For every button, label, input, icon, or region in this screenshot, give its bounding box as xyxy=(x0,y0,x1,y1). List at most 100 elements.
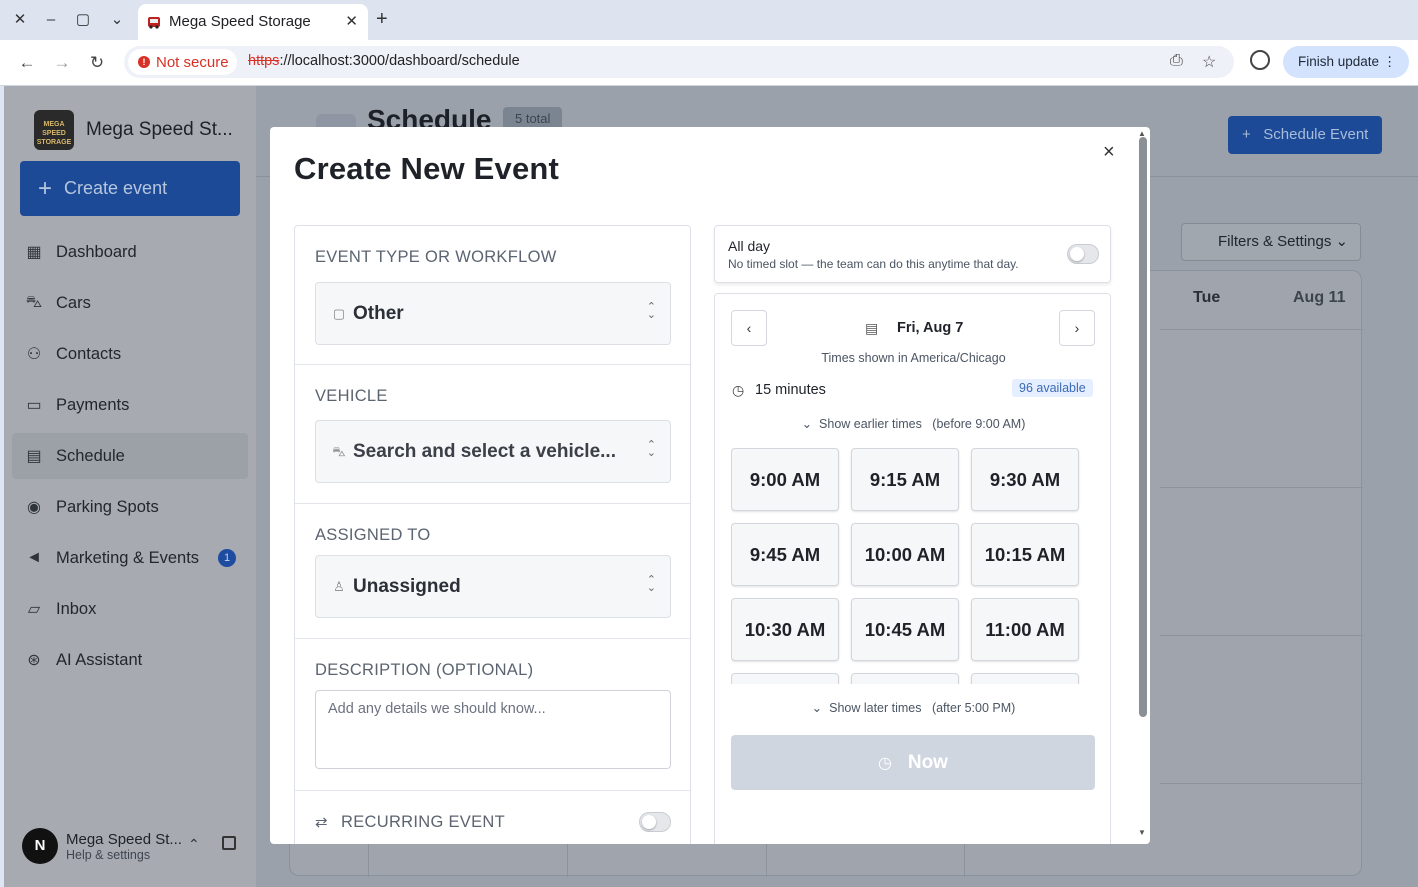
tab-list-icon[interactable]: ⌄ xyxy=(107,10,127,30)
chevron-updown-icon: ⌃ ⌄ xyxy=(646,301,656,321)
vehicle-placeholder: Search and select a vehicle... xyxy=(353,441,616,462)
event-type-label: EVENT TYPE OR WORKFLOW xyxy=(315,248,557,266)
more-vert-icon: ⋮ xyxy=(1382,54,1397,69)
duration-label[interactable]: 15 minutes xyxy=(755,382,826,398)
recurring-label: RECURRING EVENT xyxy=(341,813,506,831)
time-slot[interactable]: 10:00 AM xyxy=(851,523,959,586)
next-day-button[interactable]: › xyxy=(1059,310,1095,346)
maximize-icon[interactable]: ▢ xyxy=(73,10,93,30)
time-slot[interactable]: 11:00 AM xyxy=(971,598,1079,661)
account-subtitle: Help & settings xyxy=(66,847,151,862)
description-section: DESCRIPTION (OPTIONAL) Add any details w… xyxy=(295,639,690,791)
calendar-row-line xyxy=(1160,635,1363,636)
time-slot[interactable]: 10:15 AM xyxy=(971,523,1079,586)
vehicle-select[interactable]: ⛍ Search and select a vehicle... ⌃ ⌄ xyxy=(315,420,671,483)
recurring-toggle[interactable] xyxy=(639,812,671,832)
all-day-toggle[interactable] xyxy=(1067,244,1099,264)
time-picker: ‹ ▤ Fri, Aug 7 › Times shown in America/… xyxy=(714,293,1111,844)
tab-favicon-icon xyxy=(148,17,160,29)
all-day-title: All day xyxy=(728,238,771,254)
calendar-date-label: Aug 11 xyxy=(1293,289,1346,306)
now-button[interactable]: ◷ Now xyxy=(731,735,1095,790)
grid-icon: ▦ xyxy=(26,244,42,261)
url-path: ://localhost:3000/dashboard/schedule xyxy=(279,53,520,69)
time-slot[interactable]: 9:30 AM xyxy=(971,448,1079,511)
timezone-note: Times shown in America/Chicago xyxy=(821,351,1006,365)
back-icon[interactable]: ← xyxy=(16,52,38,74)
event-type-icon: ▢ xyxy=(332,306,346,321)
sidebar-item-ai-assistant[interactable]: ⊛ AI Assistant xyxy=(12,637,248,683)
account-menu[interactable]: N Mega Speed St... Help & settings ⌃ xyxy=(22,828,236,864)
address-bar[interactable]: ! Not secure https://localhost:3000/dash… xyxy=(124,46,1234,78)
assigned-select[interactable]: ♙ Unassigned ⌃ ⌄ xyxy=(315,555,671,618)
sidebar-item-schedule[interactable]: ▤ Schedule xyxy=(12,433,248,479)
clock-icon: ◷ xyxy=(878,755,892,772)
time-slot[interactable]: 9:45 AM xyxy=(731,523,839,586)
not-secure-chip[interactable]: ! Not secure xyxy=(128,49,237,75)
event-form: EVENT TYPE OR WORKFLOW ▢ Other ⌃ ⌄ VEHICL… xyxy=(294,225,691,844)
show-later-label: Show later times xyxy=(829,701,922,715)
time-slot[interactable]: 10:45 AM xyxy=(851,598,959,661)
avatar: N xyxy=(22,828,58,864)
sidebar-item-dashboard[interactable]: ▦ Dashboard xyxy=(12,229,248,275)
time-slot[interactable]: 10:30 AM xyxy=(731,598,839,661)
event-type-section: EVENT TYPE OR WORKFLOW ▢ Other ⌃ ⌄ xyxy=(295,226,690,365)
calendar-icon: ▤ xyxy=(26,448,42,465)
bookmark-star-icon[interactable]: ☆ xyxy=(1202,52,1216,72)
sidebar-item-parking-spots[interactable]: ◉ Parking Spots xyxy=(12,484,248,530)
forward-icon[interactable]: → xyxy=(51,52,73,74)
reload-icon[interactable]: ↻ xyxy=(86,52,108,74)
clock-icon: ◷ xyxy=(732,382,745,398)
earlier-hint: (before 9:00 AM) xyxy=(932,417,1026,431)
repeat-icon: ⇄ xyxy=(315,814,328,831)
show-earlier-times[interactable]: ⌄ Show earlier times (before 9:00 AM) xyxy=(715,416,1112,431)
time-slot[interactable] xyxy=(731,673,839,684)
new-tab-icon[interactable]: + xyxy=(376,8,388,31)
sidebar-item-contacts[interactable]: ⚇ Contacts xyxy=(12,331,248,377)
sidebar-item-cars[interactable]: ⛍ Cars xyxy=(12,280,248,326)
event-type-select[interactable]: ▢ Other ⌃ ⌄ xyxy=(315,282,671,345)
chevron-down-icon: ⌄ xyxy=(801,417,813,431)
time-slot[interactable]: 9:00 AM xyxy=(731,448,839,511)
filters-settings-button[interactable]: Filters & Settings ⌄ xyxy=(1181,223,1361,261)
profile-icon[interactable] xyxy=(1250,50,1270,70)
schedule-event-label: Schedule Event xyxy=(1263,126,1369,143)
chevron-up-icon: ⌃ xyxy=(188,836,200,852)
install-app-icon[interactable]: ⎙ xyxy=(1170,52,1183,70)
browser-tab[interactable]: Mega Speed Storage ✕ xyxy=(138,4,368,40)
minimize-icon[interactable]: – xyxy=(41,10,61,30)
sidebar-item-payments[interactable]: ▭ Payments xyxy=(12,382,248,428)
calendar-row-line xyxy=(1160,487,1363,488)
brand[interactable]: MEGA SPEED STORAGE Mega Speed St... xyxy=(34,110,233,150)
chevron-down-icon: ⌄ xyxy=(811,701,823,715)
url-text[interactable]: https://localhost:3000/dashboard/schedul… xyxy=(248,53,520,69)
scroll-down-arrow[interactable]: ▼ xyxy=(1138,828,1146,837)
show-later-times[interactable]: ⌄ Show later times (after 5:00 PM) xyxy=(715,700,1112,715)
prev-day-button[interactable]: ‹ xyxy=(731,310,767,346)
time-slot-grid: 9:00 AM 9:15 AM 9:30 AM 9:45 AM 10:00 AM… xyxy=(731,448,1081,684)
time-slot[interactable]: 9:15 AM xyxy=(851,448,959,511)
close-window-icon[interactable]: ✕ xyxy=(10,10,30,30)
schedule-event-button[interactable]: + Schedule Event xyxy=(1228,116,1382,154)
time-slot[interactable] xyxy=(851,673,959,684)
sidebar-item-marketing[interactable]: ◄ Marketing & Events 1 xyxy=(12,535,248,581)
available-badge: 96 available xyxy=(1012,379,1093,397)
car-icon: ⛍ xyxy=(332,444,346,459)
sidebar-item-label: Inbox xyxy=(56,599,97,618)
user-icon: ♙ xyxy=(333,579,345,594)
close-icon[interactable]: × xyxy=(1103,141,1115,164)
sidebar-toggle-icon[interactable] xyxy=(222,836,236,850)
create-event-button[interactable]: + Create event xyxy=(20,161,240,216)
modal-scrollbar[interactable] xyxy=(1139,137,1147,717)
chat-icon: ▱ xyxy=(27,601,41,618)
sidebar-item-inbox[interactable]: ▱ Inbox xyxy=(12,586,248,632)
tab-close-icon[interactable]: ✕ xyxy=(345,12,358,30)
vehicle-label: VEHICLE xyxy=(315,387,388,405)
url-scheme: https xyxy=(248,53,280,69)
time-slot[interactable] xyxy=(971,673,1079,684)
sidebar-item-label: Parking Spots xyxy=(56,497,159,516)
ai-icon: ⊛ xyxy=(27,652,41,669)
sidebar-nav: ▦ Dashboard ⛍ Cars ⚇ Contacts ▭ Payments ▤ Sc… xyxy=(12,229,248,688)
finish-update-button[interactable]: Finish update ⋮ xyxy=(1283,46,1409,78)
description-textarea[interactable]: Add any details we should know... xyxy=(315,690,671,769)
